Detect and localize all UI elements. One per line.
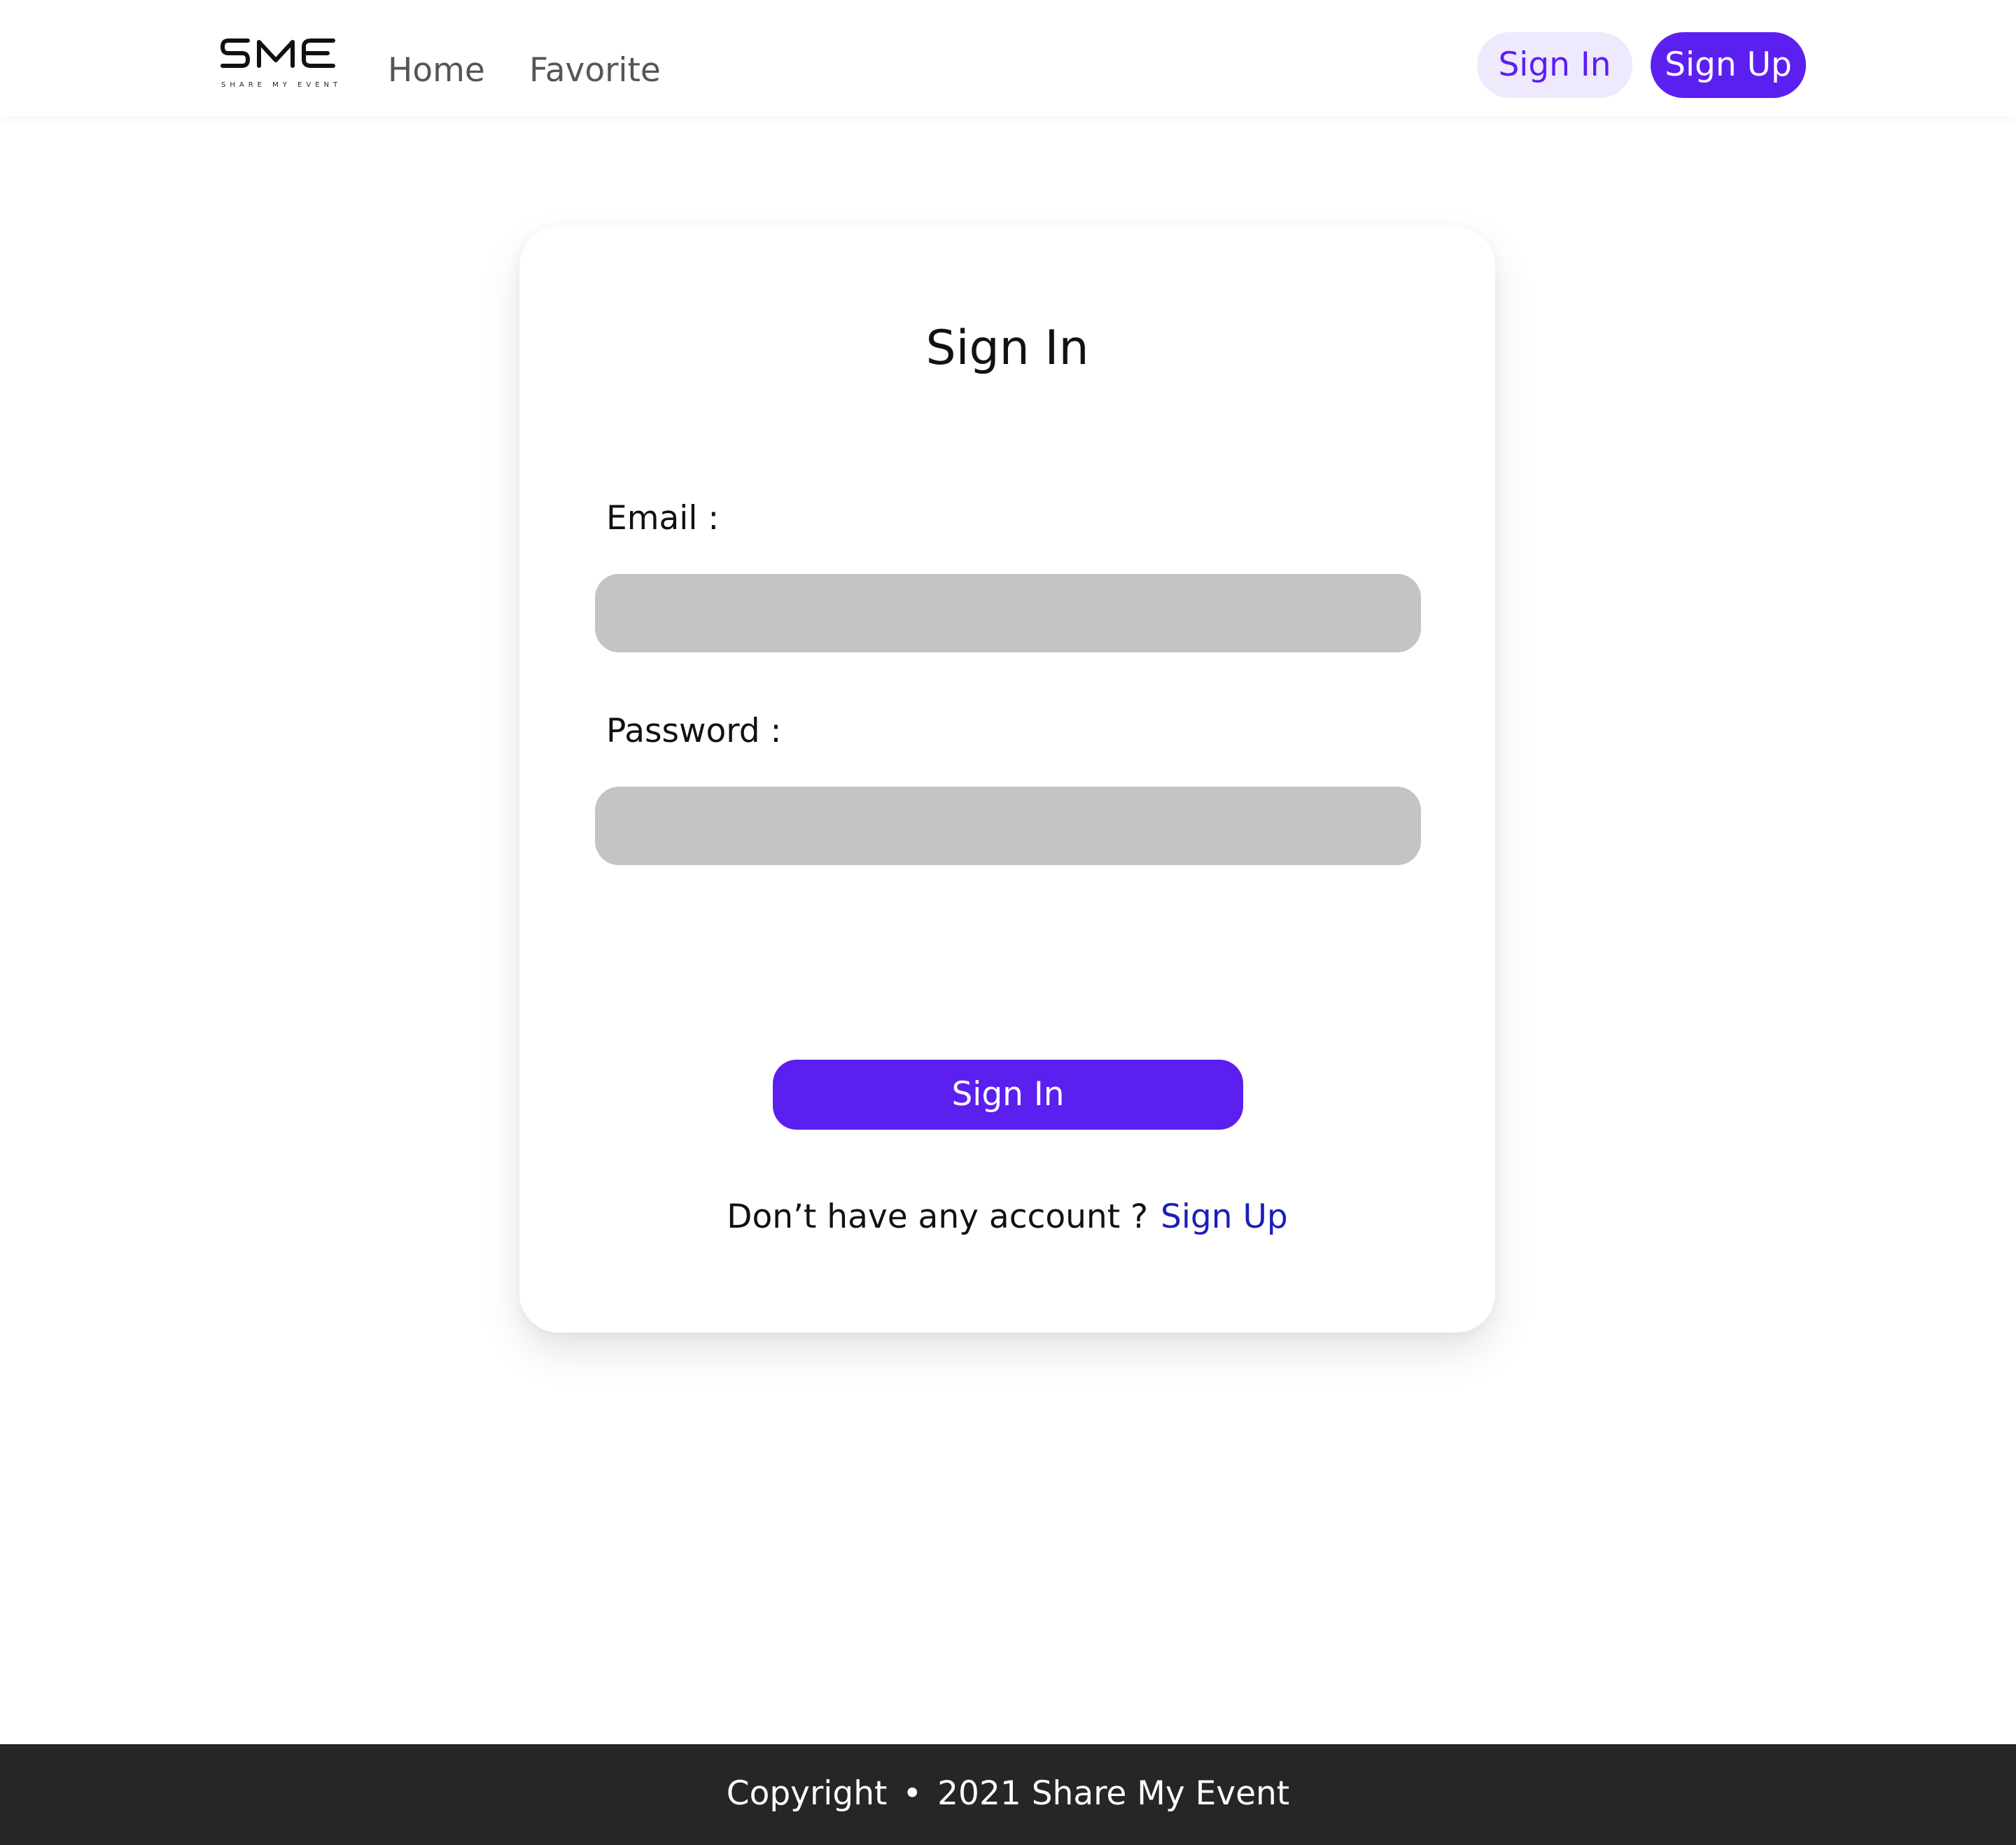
footer-copyright: Copyright • 2021 Share My Event: [0, 1769, 2016, 1818]
signup-prompt-row: Don’t have any account ? Sign Up: [519, 1193, 1495, 1242]
footer: Copyright • 2021 Share My Event: [0, 1744, 2016, 1845]
navbar: SHARE MY EVENT Home Favorite Sign In Sig…: [0, 0, 2016, 116]
copyright-owner: 2021 Share My Event: [937, 1774, 1290, 1813]
nav-sign-in-button[interactable]: Sign In: [1477, 32, 1632, 98]
signup-link[interactable]: Sign Up: [1161, 1198, 1288, 1236]
nav-home-link[interactable]: Home: [388, 46, 485, 95]
sign-in-submit-button[interactable]: Sign In: [773, 1060, 1243, 1130]
email-label: Email :: [606, 499, 720, 538]
card-title: Sign In: [925, 321, 1089, 376]
nav-favorite-link[interactable]: Favorite: [529, 46, 661, 95]
password-label: Password :: [606, 712, 782, 750]
copyright-label: Copyright: [726, 1774, 888, 1813]
signup-prompt-text: Don’t have any account ?: [727, 1198, 1149, 1236]
sme-logo[interactable]: SHARE MY EVENT: [220, 35, 337, 91]
logo-tagline: SHARE MY EVENT: [221, 81, 337, 89]
footer-separator: •: [902, 1774, 923, 1813]
nav-sign-up-button[interactable]: Sign Up: [1651, 32, 1806, 98]
sme-logo-mark: [220, 38, 335, 68]
email-input[interactable]: [595, 574, 1421, 652]
password-input[interactable]: [595, 787, 1421, 865]
sign-in-card: Sign In Email : Password : Sign In Don’t…: [519, 227, 1495, 1333]
